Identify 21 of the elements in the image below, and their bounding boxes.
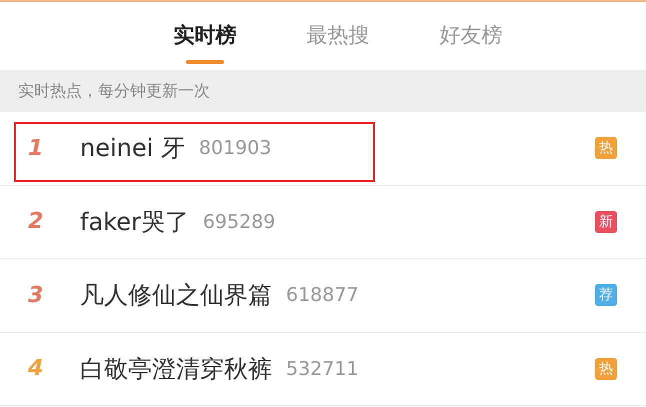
tab[interactable]: 好友榜: [440, 22, 502, 70]
search-count: 618877: [286, 283, 359, 308]
tab-underline: [186, 60, 224, 64]
topic-title: 凡人修仙之仙界篇: [80, 280, 272, 312]
search-count: 532711: [286, 356, 359, 382]
tag-label: 荐: [595, 284, 617, 306]
topic-title: faker哭了: [80, 206, 189, 238]
tab[interactable]: 最热搜: [306, 22, 370, 70]
topic-title: neinei 牙: [80, 133, 185, 164]
topic-title: 白敬亭澄清穿秋裤: [80, 354, 272, 385]
notice-text: 实时热点，每分钟更新一次: [18, 80, 210, 102]
rank-number: 3: [28, 282, 44, 308]
tag-label: 热: [595, 358, 617, 380]
tag-label: 热: [595, 137, 617, 160]
rank-number: 2: [28, 209, 44, 234]
rank-number: 1: [28, 136, 44, 161]
tag-label: 新: [595, 210, 617, 233]
search-count: 801903: [198, 136, 272, 161]
rank-number: 4: [28, 356, 44, 382]
search-count: 695289: [202, 210, 276, 234]
tab[interactable]: 实时榜: [174, 22, 236, 70]
